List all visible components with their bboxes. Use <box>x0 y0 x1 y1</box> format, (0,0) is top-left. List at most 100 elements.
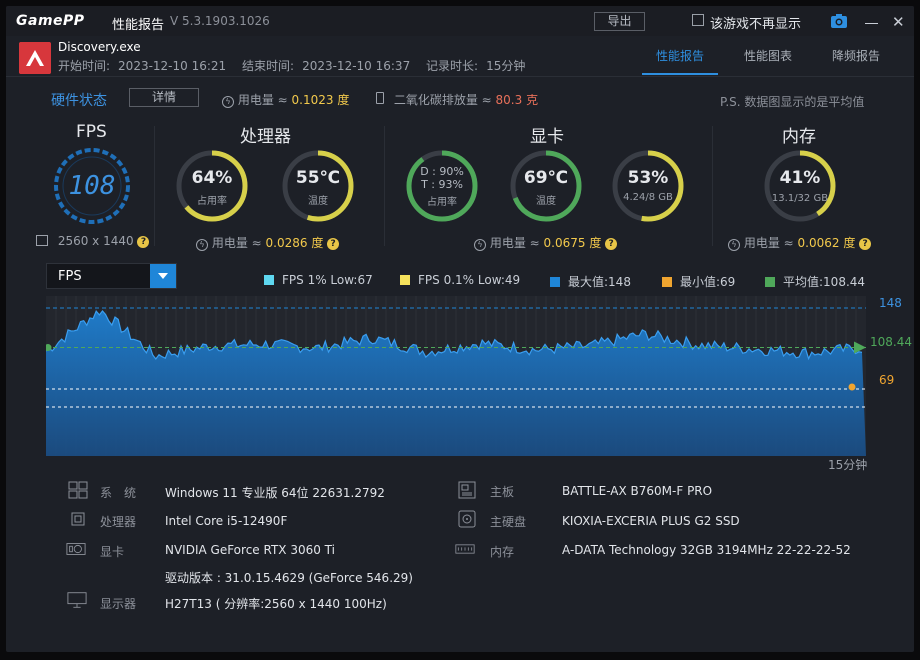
gamepp-report-window: GamePP 性能报告 V 5.3.1903.1026 导出 该游戏不再显示 ✕… <box>6 6 914 652</box>
cpu-power-label: 用电量 ≈ <box>211 236 262 250</box>
app-icon <box>19 42 51 74</box>
gpu-power-value: 0.0675 度 <box>543 236 602 250</box>
end-label: 结束时间: <box>242 59 295 73</box>
memory-icon <box>455 544 475 554</box>
legend-min-label: 最小值:69 <box>680 275 736 289</box>
close-button[interactable]: ✕ <box>892 13 905 31</box>
cpu-title: 处理器 <box>240 127 291 147</box>
legend-avg-label: 平均值:108.44 <box>783 275 866 289</box>
divider-gpu <box>712 126 713 246</box>
metric-select[interactable]: FPS <box>46 263 177 289</box>
cpu-value: Intel Core i5-12490F <box>165 514 288 528</box>
gpu-temp-label: 温度 <box>536 196 556 207</box>
co2-emission: 二氧化碳排放量 ≈ 80.3 克 <box>376 91 538 108</box>
tab-performance-chart[interactable]: 性能图表 <box>744 47 792 64</box>
tab-throttle-report[interactable]: 降频报告 <box>832 47 880 64</box>
gpu-temp-value: 69℃ <box>523 168 569 188</box>
fps-resolution: 2560 x 1440 ? <box>36 234 150 248</box>
disk-label: 主硬盘 <box>490 515 527 529</box>
legend-swatch <box>550 277 560 287</box>
help-icon[interactable]: ? <box>859 237 872 250</box>
motherboard-icon <box>458 481 476 499</box>
help-icon[interactable]: ? <box>605 237 618 250</box>
mem-value: A-DATA Technology 32GB 3194MHz 22-22-22-… <box>562 543 851 557</box>
average-note: P.S. 数据图显示的是平均值 <box>720 95 865 109</box>
cpu-label: 处理器 <box>100 515 137 529</box>
driver-value: 驱动版本 : 31.0.15.4629 (GeForce 546.29) <box>165 571 413 585</box>
gpu-label: 显卡 <box>100 545 125 559</box>
legend-swatch <box>662 277 672 287</box>
end-time: 2023-12-10 16:37 <box>302 59 411 73</box>
board-label: 主板 <box>490 485 515 499</box>
app-name: Discovery.exe <box>58 40 141 54</box>
help-icon[interactable]: ? <box>327 237 340 250</box>
version-label: V 5.3.1903.1026 <box>170 14 270 28</box>
legend-max-label: 最大值:148 <box>568 275 631 289</box>
gamepp-logo: GamePP <box>16 13 85 29</box>
resolution-value: 2560 x 1440 <box>57 234 134 248</box>
divider-fps <box>154 126 155 246</box>
os-value: Windows 11 专业版 64位 22631.2792 <box>165 486 385 500</box>
marker-avg-label: 108.44 <box>870 335 912 349</box>
legend-swatch <box>765 277 775 287</box>
gpu-vram-label: 4.24/8 GB <box>623 192 673 203</box>
dont-show-label[interactable]: 该游戏不再显示 <box>710 13 801 32</box>
fps-title: FPS <box>76 122 107 142</box>
memory-power-label: 用电量 ≈ <box>743 236 794 250</box>
cpu-usage-value: 64% <box>191 168 233 188</box>
start-time: 2023-12-10 16:21 <box>118 59 227 73</box>
duration-value: 15分钟 <box>486 59 526 73</box>
disk-icon <box>458 510 476 528</box>
tab-performance-report[interactable]: 性能报告 <box>656 47 704 64</box>
camera-icon[interactable] <box>830 13 848 29</box>
legend-low1-label: FPS 1% Low:67 <box>282 273 373 287</box>
co2-icon <box>376 92 384 104</box>
chevron-down-icon[interactable] <box>150 264 176 288</box>
power-icon: ϟ <box>222 96 234 108</box>
power-icon: ϟ <box>196 239 208 251</box>
os-label: 系 统 <box>100 486 137 500</box>
hardware-status-title: 硬件状态 <box>51 93 107 109</box>
gpu-usage-label: 占用率 <box>427 197 457 208</box>
disk-value: KIOXIA-EXCERIA PLUS G2 SSD <box>562 514 740 528</box>
divider-cpu <box>384 126 385 246</box>
export-button[interactable]: 导出 <box>594 12 645 31</box>
gpu-icon <box>66 543 86 555</box>
cpu-temp-label: 温度 <box>308 196 328 207</box>
monitor-icon <box>67 592 87 608</box>
resolution-icon <box>36 235 48 246</box>
power-icon: ϟ <box>474 239 486 251</box>
fps-value: 108 <box>68 171 116 201</box>
gpu-power: ϟ 用电量 ≈ 0.0675 度 ? <box>474 234 618 251</box>
active-tab-indicator <box>642 73 718 75</box>
header-divider <box>6 76 914 77</box>
memory-usage-value: 41% <box>779 168 821 188</box>
gpu-t-line: T : 93% <box>421 178 463 191</box>
detail-button[interactable]: 详情 <box>129 88 199 107</box>
gpu-power-label: 用电量 ≈ <box>489 236 540 250</box>
power-icon: ϟ <box>728 239 740 251</box>
duration-label: 记录时长: <box>426 59 479 73</box>
total-power-value: 0.1023 度 <box>291 93 350 107</box>
marker-max-label: 148 <box>879 296 902 310</box>
cpu-usage-label: 占用率 <box>197 196 227 207</box>
legend-min: 最小值:69 <box>662 273 735 290</box>
cpu-temp-value: 55℃ <box>295 168 341 188</box>
gpu-d-line: D : 90% <box>420 165 464 178</box>
windows-icon <box>68 481 88 499</box>
chart-x-label: 15分钟 <box>828 458 868 472</box>
memory-title: 内存 <box>782 127 816 147</box>
total-power-label: 用电量 ≈ <box>237 93 288 107</box>
cpu-icon <box>71 512 85 526</box>
gpu-value: NVIDIA GeForce RTX 3060 Ti <box>165 543 335 557</box>
board-value: BATTLE-AX B760M-F PRO <box>562 484 713 498</box>
help-icon[interactable]: ? <box>137 235 150 248</box>
dont-show-checkbox[interactable] <box>692 14 704 26</box>
minimize-button[interactable] <box>865 23 878 24</box>
gpu-title: 显卡 <box>530 127 564 147</box>
legend-max: 最大值:148 <box>550 273 631 290</box>
min-marker <box>848 383 856 391</box>
cpu-power: ϟ 用电量 ≈ 0.0286 度 ? <box>196 234 340 251</box>
display-value: H27T13 ( 分辨率:2560 x 1440 100Hz) <box>165 597 387 611</box>
memory-power-value: 0.0062 度 <box>797 236 856 250</box>
